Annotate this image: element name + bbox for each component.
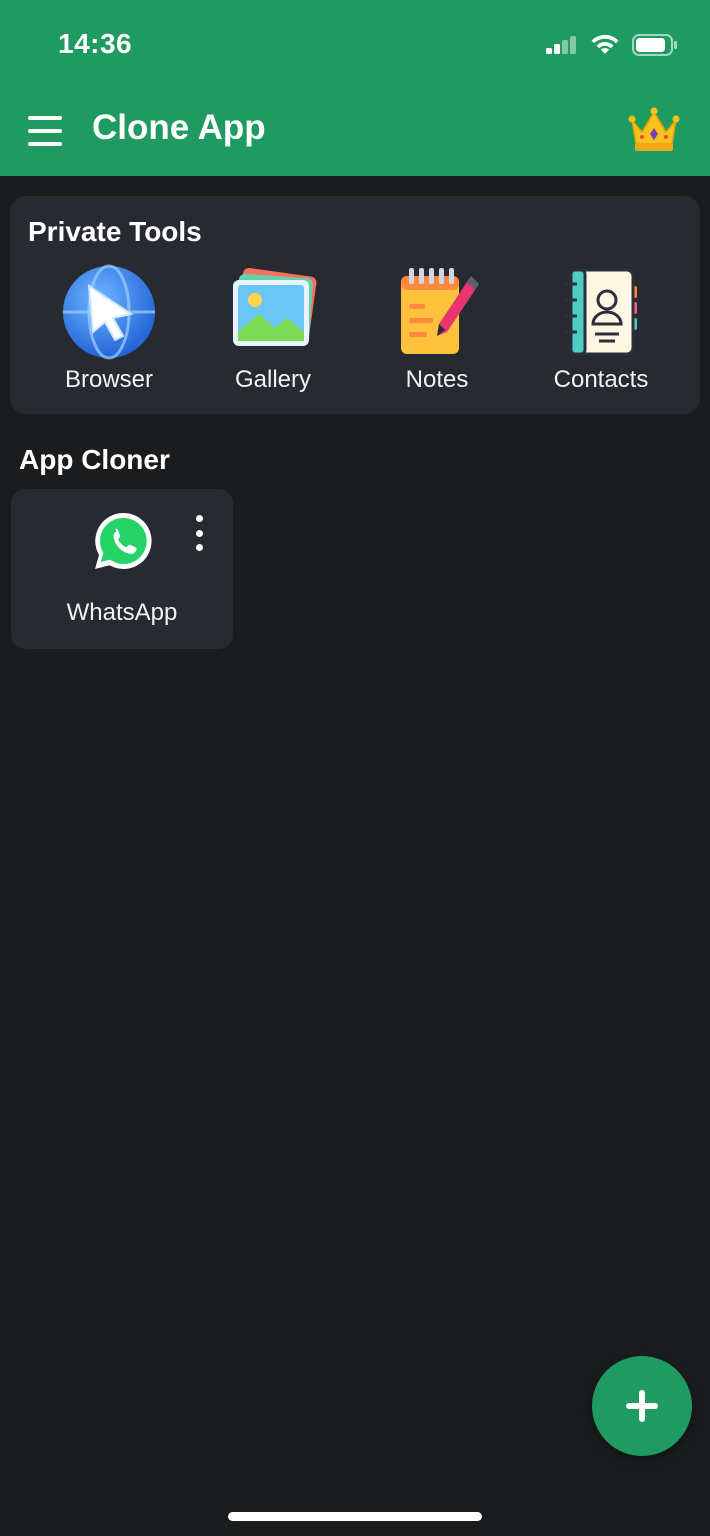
tool-label-gallery: Gallery [234,366,312,393]
tool-gallery[interactable]: Gallery [198,262,348,394]
hamburger-menu-icon[interactable] [28,116,62,146]
cloned-app-whatsapp[interactable]: WhatsApp [11,489,233,649]
app-cloner-title: App Cloner [19,444,170,475]
signal-icon [546,36,576,54]
status-icons [546,30,678,60]
crown-icon[interactable] [628,106,680,154]
more-options-icon[interactable] [187,515,211,551]
tool-label-contacts: Contacts [553,366,649,393]
browser-icon [63,264,155,360]
tool-label-notes: Notes [405,366,469,393]
home-indicator [228,1512,482,1521]
app-title: Clone App [92,108,266,147]
tool-browser[interactable]: Browser [34,262,184,394]
private-tools-title: Private Tools [28,216,202,247]
notes-icon [401,268,479,354]
private-tools-card: Private Tools Browser Gallery Notes Cont… [10,196,700,414]
battery-icon [632,34,677,56]
add-app-button[interactable] [592,1356,692,1456]
top-app-bar: 14:36 Clone App [0,0,710,176]
wifi-icon [591,34,619,54]
whatsapp-icon [95,512,152,569]
tool-notes[interactable]: Notes [362,262,512,394]
cloned-app-label: WhatsApp [66,599,178,626]
status-time: 14:36 [58,28,133,59]
tool-label-browser: Browser [64,366,154,393]
gallery-icon [233,267,317,346]
tool-contacts[interactable]: Contacts [526,262,676,394]
contacts-icon [563,268,637,356]
